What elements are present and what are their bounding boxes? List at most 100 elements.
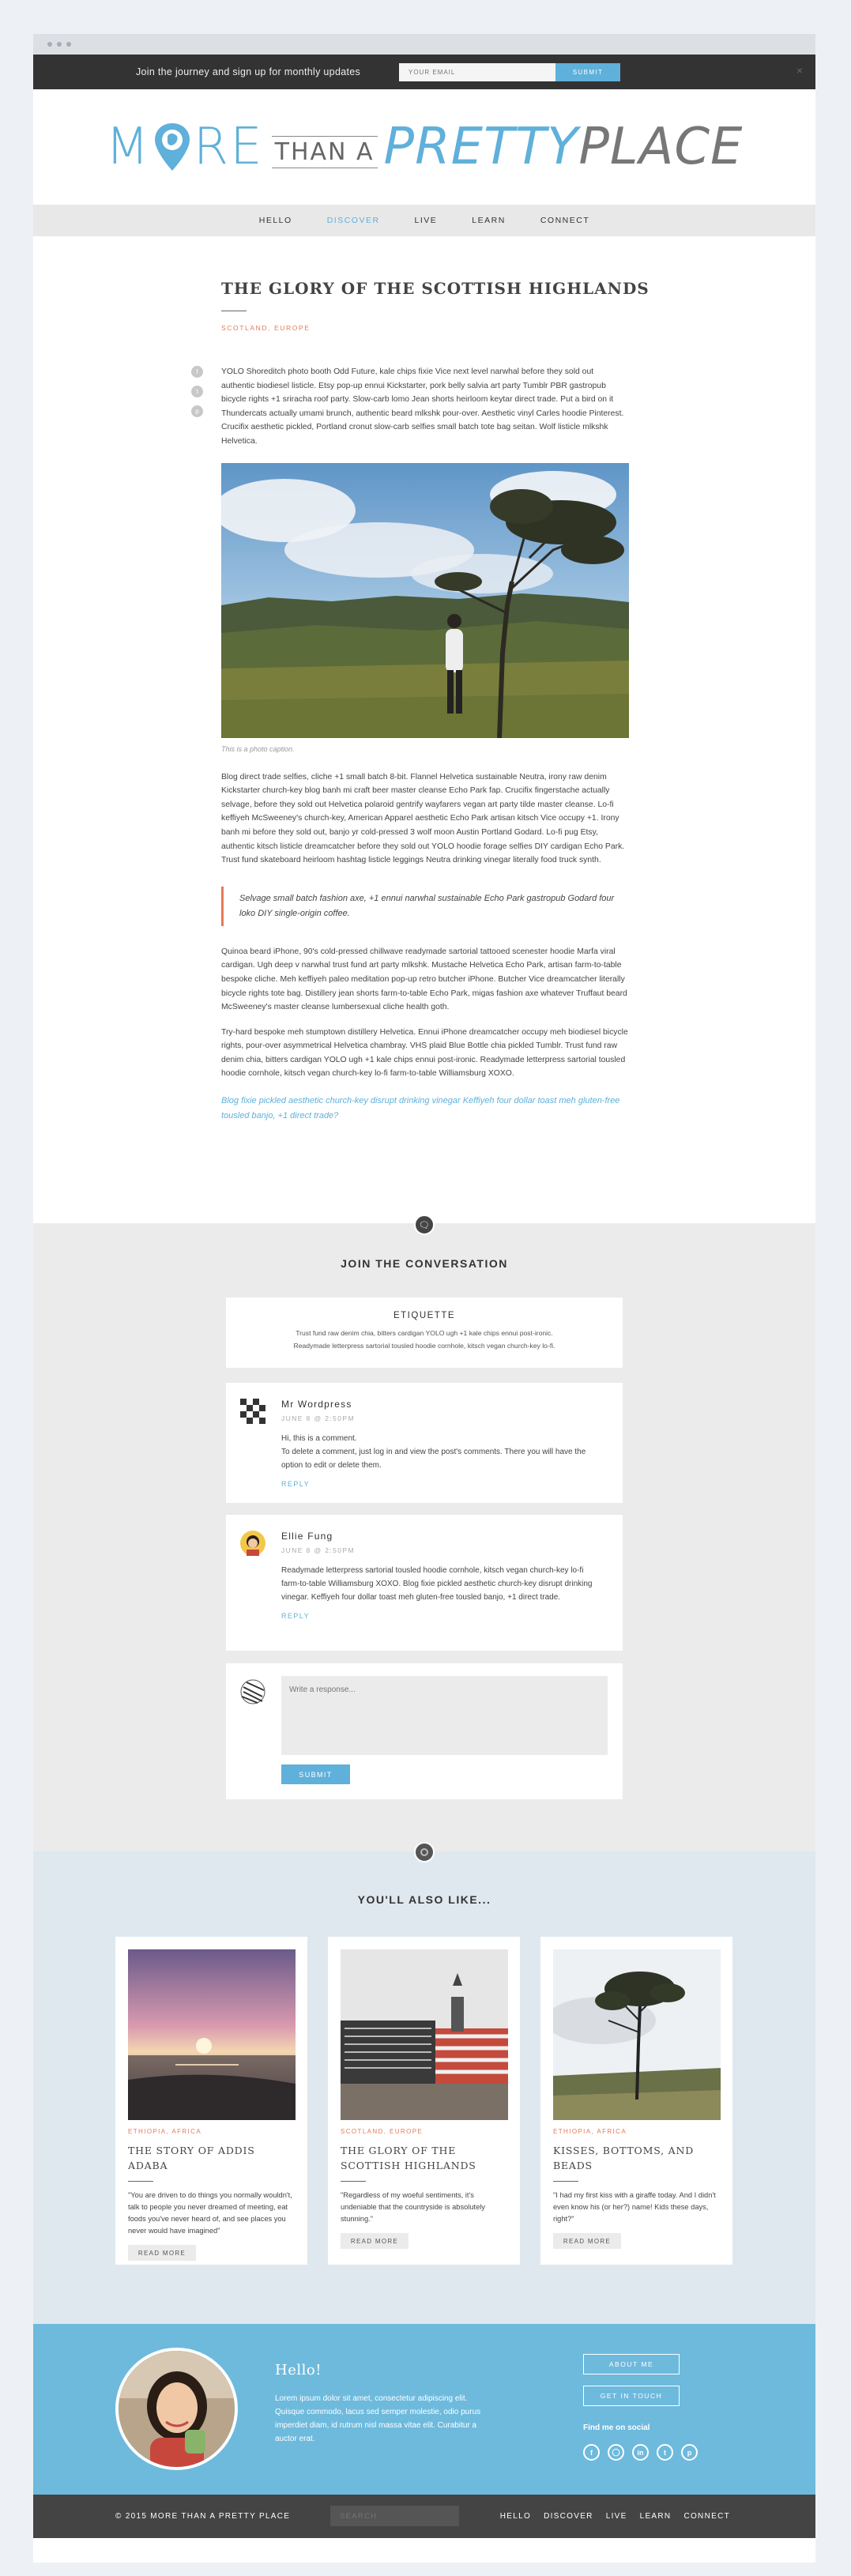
comment-date: JUNE 8 @ 2:50PM — [281, 1546, 355, 1554]
reply-link[interactable]: REPLY — [281, 1612, 623, 1620]
article-link[interactable]: Blog fixie pickled aesthetic church-key … — [221, 1094, 629, 1124]
close-icon[interactable]: × — [796, 64, 803, 77]
pinterest-icon[interactable]: p — [681, 2444, 698, 2461]
signup-email-input[interactable] — [399, 63, 555, 81]
author-portrait — [119, 2351, 235, 2467]
window-dot — [47, 42, 52, 47]
copyright: © 2015 MORE THAN A PRETTY PLACE — [115, 2512, 291, 2521]
instagram-icon[interactable]: ◯ — [608, 2444, 624, 2461]
article-paragraph: Quinoa beard iPhone, 90's cold-pressed c… — [221, 947, 627, 1012]
comment-line: Hi, this is a comment. — [281, 1434, 357, 1443]
browser-frame: Join the journey and sign up for monthly… — [33, 34, 815, 2563]
conversation-section: 🗨 JOIN THE CONVERSATION ETIQUETTE Trust … — [33, 1215, 815, 1851]
divider — [128, 2181, 153, 2182]
reply-link[interactable]: REPLY — [281, 1480, 623, 1488]
logo-than: THAN A — [271, 135, 378, 168]
also-like-title: YOU'LL ALSO LIKE... — [357, 1893, 491, 1906]
window-dot — [66, 42, 71, 47]
highlands-image — [221, 462, 629, 738]
article-paragraph: Try-hard bespoke meh stumptown distiller… — [221, 1027, 628, 1079]
logo-more-rest: RE — [193, 118, 264, 176]
article-photo — [221, 462, 629, 738]
article-paragraph: Blog direct trade selfies, cliche +1 sma… — [221, 772, 625, 865]
comment-author: Ellie Fung — [281, 1531, 333, 1542]
footer-nav-live[interactable]: LIVE — [606, 2512, 627, 2521]
post-card[interactable]: ETHIOPIA, AFRICA THE STORY OF ADDIS ADAB… — [115, 1937, 307, 2265]
logo-area: M RE THAN A PRETTY PLACE — [33, 89, 815, 205]
comment: Mr Wordpress JUNE 8 @ 2:50PM Hi, this is… — [226, 1383, 623, 1503]
pinterest-icon[interactable]: p — [191, 405, 203, 417]
post-image — [553, 1949, 721, 2120]
article-title: THE GLORY OF THE SCOTTISH HIGHLANDS — [221, 279, 650, 298]
comment-date: JUNE 8 @ 2:50PM — [281, 1414, 355, 1422]
article-category[interactable]: SCOTLAND, EUROPE — [221, 324, 815, 332]
comment-bubble-icon: 🗨 — [414, 1215, 435, 1235]
pull-quote: Selvage small batch fashion axe, +1 ennu… — [221, 886, 629, 926]
facebook-icon[interactable]: f — [191, 366, 203, 378]
comment-text: Readymade letterpress sartorial tousled … — [281, 1566, 593, 1602]
post-category[interactable]: ETHIOPIA, AFRICA — [128, 2128, 295, 2135]
avatar — [240, 1679, 265, 1704]
social-icons: f ◯ in t p — [583, 2444, 698, 2461]
etiquette-text: Trust fund raw denim chia, bitters cardi… — [226, 1327, 623, 1352]
post-excerpt: "You are driven to do things you normall… — [128, 2191, 292, 2235]
post-title[interactable]: THE STORY OF ADDIS ADABA — [128, 2143, 295, 2173]
nav-item-connect[interactable]: CONNECT — [540, 216, 589, 225]
also-like-section: YOU'LL ALSO LIKE... ETHIOPIA, AFRICA THE… — [33, 1842, 815, 2324]
twitter-icon[interactable]: t — [191, 386, 203, 397]
footer-nav-discover[interactable]: DISCOVER — [544, 2512, 593, 2521]
signup-submit-button[interactable]: SUBMIT — [555, 63, 620, 81]
mural-image — [341, 1949, 508, 2120]
post-title[interactable]: THE GLORY OF THE SCOTTISH HIGHLANDS — [341, 2143, 507, 2173]
comment-text: Hi, this is a comment. To delete a comme… — [281, 1432, 604, 1472]
response-textarea[interactable] — [281, 1676, 608, 1755]
main-nav: HELLO DISCOVER LIVE LEARN CONNECT — [33, 205, 815, 236]
window-dot — [57, 42, 62, 47]
nav-item-learn[interactable]: LEARN — [472, 216, 506, 225]
post-excerpt: "Regardless of my woeful sentiments, it'… — [341, 2191, 485, 2223]
nav-item-live[interactable]: LIVE — [415, 216, 438, 225]
map-pin-icon — [154, 123, 190, 171]
read-more-button[interactable]: READ MORE — [553, 2233, 621, 2249]
footer-nav-hello[interactable]: HELLO — [500, 2512, 531, 2521]
site-logo[interactable]: M RE THAN A PRETTY PLACE — [106, 118, 744, 176]
read-more-button[interactable]: READ MORE — [128, 2245, 196, 2261]
footer-nav: HELLO DISCOVER LIVE LEARN CONNECT — [500, 2512, 730, 2521]
post-image — [341, 1949, 508, 2120]
footer-nav-connect[interactable]: CONNECT — [683, 2512, 730, 2521]
twitter-icon[interactable]: t — [657, 2444, 673, 2461]
comment: Ellie Fung JUNE 8 @ 2:50PM Readymade let… — [226, 1515, 623, 1651]
about-section: Hello! Lorem ipsum dolor sit amet, conse… — [33, 2324, 815, 2495]
linkedin-icon[interactable]: in — [632, 2444, 649, 2461]
about-me-button[interactable]: ABOUT ME — [583, 2354, 680, 2375]
share-icons: f t p — [191, 366, 203, 417]
author-photo — [115, 2348, 238, 2470]
facebook-icon[interactable]: f — [583, 2444, 600, 2461]
post-excerpt: "I had my first kiss with a giraffe toda… — [553, 2191, 716, 2223]
logo-place: PLACE — [578, 118, 744, 176]
avatar — [240, 1399, 265, 1424]
comment-author: Mr Wordpress — [281, 1399, 352, 1410]
logo-more: M RE — [106, 118, 264, 176]
read-more-button[interactable]: READ MORE — [341, 2233, 409, 2249]
post-category[interactable]: SCOTLAND, EUROPE — [341, 2128, 507, 2135]
footer: © 2015 MORE THAN A PRETTY PLACE HELLO DI… — [33, 2495, 815, 2538]
get-in-touch-button[interactable]: GET IN TOUCH — [583, 2386, 680, 2406]
etiquette-card: ETIQUETTE Trust fund raw denim chia, bit… — [226, 1297, 623, 1368]
post-title[interactable]: KISSES, BOTTOMS, AND BEADS — [553, 2143, 720, 2173]
post-image — [128, 1949, 296, 2120]
search-input[interactable] — [330, 2506, 459, 2526]
about-text: Lorem ipsum dolor sit amet, consectetur … — [275, 2394, 481, 2443]
post-category[interactable]: ETHIOPIA, AFRICA — [553, 2128, 720, 2135]
footer-nav-learn[interactable]: LEARN — [640, 2512, 672, 2521]
about-hello: Hello! — [275, 2362, 322, 2378]
nav-item-discover[interactable]: DISCOVER — [327, 216, 380, 225]
signup-text: Join the journey and sign up for monthly… — [136, 66, 361, 77]
comment-line: To delete a comment, just log in and vie… — [281, 1448, 586, 1470]
post-card[interactable]: ETHIOPIA, AFRICA KISSES, BOTTOMS, AND BE… — [540, 1937, 732, 2265]
etiquette-title: ETIQUETTE — [393, 1311, 456, 1320]
nav-item-hello[interactable]: HELLO — [259, 216, 292, 225]
response-submit-button[interactable]: SUBMIT — [281, 1764, 350, 1784]
etiquette-line: Readymade letterpress sartorial tousled … — [293, 1342, 555, 1350]
post-card[interactable]: SCOTLAND, EUROPE THE GLORY OF THE SCOTTI… — [328, 1937, 520, 2265]
